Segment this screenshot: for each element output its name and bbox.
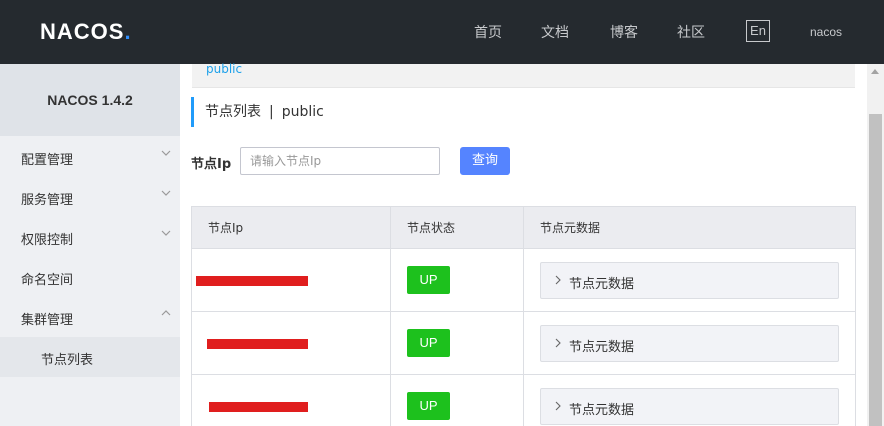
sidebar-item-label: 命名空间 <box>21 273 74 288</box>
namespace-link[interactable]: public <box>206 62 242 76</box>
query-button[interactable]: 查询 <box>460 147 510 175</box>
logo-dot: . <box>124 19 132 44</box>
chevron-right-icon <box>555 338 561 348</box>
metadata-collapse[interactable]: 节点元数据 <box>540 388 839 425</box>
sidebar-subitem-node-list[interactable]: 节点列表 <box>0 337 180 377</box>
nacos-logo[interactable]: NACOS. <box>40 19 132 45</box>
metadata-collapse[interactable]: 节点元数据 <box>540 325 839 362</box>
sidebar-item-config[interactable]: 配置管理 <box>0 137 180 177</box>
column-header-status: 节点状态 <box>391 207 524 249</box>
scroll-up-icon[interactable] <box>871 69 879 74</box>
language-toggle-button[interactable]: En <box>746 20 770 42</box>
node-ip-label: 节点Ip <box>191 157 232 172</box>
page-title-namespace: public <box>281 104 324 120</box>
page-title-text: 节点列表 <box>205 104 261 120</box>
status-cell: UP <box>391 375 524 426</box>
metadata-label: 节点元数据 <box>569 403 635 418</box>
sidebar-item-label: 集群管理 <box>21 313 74 328</box>
metadata-cell: 节点元数据 <box>524 312 857 375</box>
logo-text-1: NAC <box>40 19 91 44</box>
sidebar-title: NACOS 1.4.2 <box>0 64 180 136</box>
status-badge: UP <box>407 329 450 357</box>
nav-community[interactable]: 社区 <box>677 22 705 42</box>
scrollbar-thumb[interactable] <box>869 114 882 426</box>
chevron-down-icon <box>161 190 171 196</box>
chevron-up-icon <box>161 310 171 316</box>
chevron-down-icon <box>161 150 171 156</box>
sidebar-subitem-label: 节点列表 <box>41 353 94 368</box>
main-content: public 节点列表 | public 节点Ip 查询 节点Ip 节点状态 节点元… <box>180 62 867 426</box>
metadata-label: 节点元数据 <box>569 277 635 292</box>
logo-text-2: O <box>90 19 109 44</box>
nav-blog[interactable]: 博客 <box>610 22 638 42</box>
metadata-cell: 节点元数据 <box>524 375 857 426</box>
metadata-cell: 节点元数据 <box>524 249 857 312</box>
table-header: 节点Ip 节点状态 节点元数据 <box>192 207 855 249</box>
namespace-strip: public <box>192 62 855 88</box>
chevron-down-icon <box>161 230 171 236</box>
ip-cell <box>192 312 391 375</box>
vertical-scrollbar[interactable] <box>867 64 884 426</box>
sidebar-item-cluster[interactable]: 集群管理 <box>0 297 180 337</box>
metadata-label: 节点元数据 <box>569 340 635 355</box>
nav-home[interactable]: 首页 <box>474 22 502 42</box>
sidebar: NACOS 1.4.2 配置管理 服务管理 权限控制 命名空间 集群管理 节点列… <box>0 64 180 426</box>
nav-docs[interactable]: 文档 <box>541 22 569 42</box>
page-title: 节点列表 | public <box>191 97 324 127</box>
status-cell: UP <box>391 249 524 312</box>
sidebar-item-service[interactable]: 服务管理 <box>0 177 180 217</box>
node-table: 节点Ip 节点状态 节点元数据 UP 节点元数据 UP 节点元数据 UP 节点元… <box>191 206 856 426</box>
status-cell: UP <box>391 312 524 375</box>
table-row: UP 节点元数据 <box>192 375 855 426</box>
title-separator: | <box>269 104 274 120</box>
metadata-collapse[interactable]: 节点元数据 <box>540 262 839 299</box>
user-menu[interactable]: nacos <box>810 25 842 39</box>
chevron-right-icon <box>555 275 561 285</box>
node-ip-input[interactable] <box>240 147 440 175</box>
chevron-right-icon <box>555 401 561 411</box>
column-header-ip: 节点Ip <box>192 207 391 249</box>
status-badge: UP <box>407 392 450 420</box>
redacted-ip <box>207 339 308 349</box>
sidebar-item-label: 权限控制 <box>21 233 74 248</box>
redacted-ip <box>196 276 308 286</box>
column-header-metadata: 节点元数据 <box>540 221 601 235</box>
sidebar-item-label: 服务管理 <box>21 193 74 208</box>
ip-cell <box>192 375 391 426</box>
top-header: NACOS. 首页 文档 博客 社区 En nacos <box>0 0 884 64</box>
table-row: UP 节点元数据 <box>192 249 855 312</box>
logo-text-3: S <box>108 19 125 44</box>
redacted-ip <box>209 402 308 412</box>
sidebar-item-label: 配置管理 <box>21 153 74 168</box>
sidebar-item-auth[interactable]: 权限控制 <box>0 217 180 257</box>
table-row: UP 节点元数据 <box>192 312 855 375</box>
ip-cell <box>192 249 391 312</box>
sidebar-item-namespace[interactable]: 命名空间 <box>0 257 180 297</box>
status-badge: UP <box>407 266 450 294</box>
